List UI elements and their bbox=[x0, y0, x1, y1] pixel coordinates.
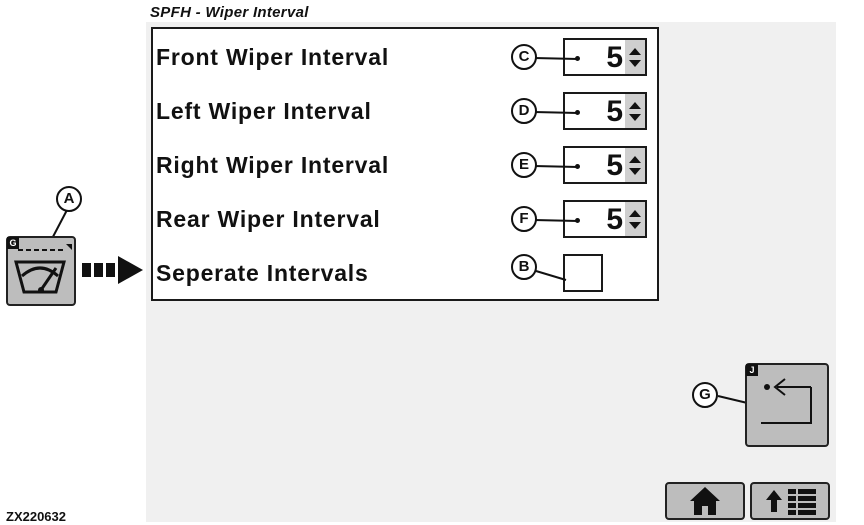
spin-arrows-icon[interactable] bbox=[625, 94, 645, 128]
page-title: SPFH - Wiper Interval bbox=[150, 4, 309, 21]
left-wiper-label: Left Wiper Interval bbox=[156, 98, 372, 124]
callout-c: C bbox=[511, 44, 537, 70]
focus-dot bbox=[575, 164, 580, 169]
callout-b: B bbox=[511, 254, 537, 280]
callout-a: A bbox=[56, 186, 82, 212]
menu-button[interactable] bbox=[750, 482, 830, 520]
callout-e: E bbox=[511, 152, 537, 178]
spin-arrows-icon[interactable] bbox=[625, 202, 645, 236]
rear-wiper-value: 5 bbox=[606, 203, 623, 236]
home-button[interactable] bbox=[665, 482, 745, 520]
callout-d: D bbox=[511, 98, 537, 124]
home-icon bbox=[690, 487, 720, 515]
rear-wiper-label: Rear Wiper Interval bbox=[156, 206, 381, 232]
focus-dot bbox=[575, 218, 580, 223]
spin-arrows-icon[interactable] bbox=[625, 40, 645, 74]
callout-f: F bbox=[511, 206, 537, 232]
separate-intervals-checkbox[interactable] bbox=[563, 254, 603, 292]
wiper-softkey-button[interactable]: G bbox=[6, 236, 76, 306]
back-arrow-icon bbox=[761, 378, 812, 424]
separate-intervals-label: Seperate Intervals bbox=[156, 260, 369, 286]
left-wiper-value: 5 bbox=[606, 95, 623, 128]
focus-dot bbox=[575, 56, 580, 61]
left-wiper-interval-input[interactable]: 5 bbox=[563, 92, 647, 130]
back-button[interactable]: J bbox=[745, 363, 829, 447]
rear-wiper-interval-input[interactable]: 5 bbox=[563, 200, 647, 238]
up-arrow-menu-icon bbox=[766, 489, 816, 515]
spin-arrows-icon[interactable] bbox=[625, 148, 645, 182]
figure-code: ZX220632 bbox=[6, 509, 66, 524]
front-wiper-value: 5 bbox=[606, 41, 623, 74]
front-wiper-interval-input[interactable]: 5 bbox=[563, 38, 647, 76]
right-wiper-value: 5 bbox=[606, 149, 623, 182]
right-wiper-label: Right Wiper Interval bbox=[156, 152, 390, 178]
callout-g: G bbox=[692, 382, 718, 408]
front-wiper-label: Front Wiper Interval bbox=[156, 44, 390, 70]
wiper-icon bbox=[14, 244, 72, 294]
right-wiper-interval-input[interactable]: 5 bbox=[563, 146, 647, 184]
focus-dot bbox=[575, 110, 580, 115]
